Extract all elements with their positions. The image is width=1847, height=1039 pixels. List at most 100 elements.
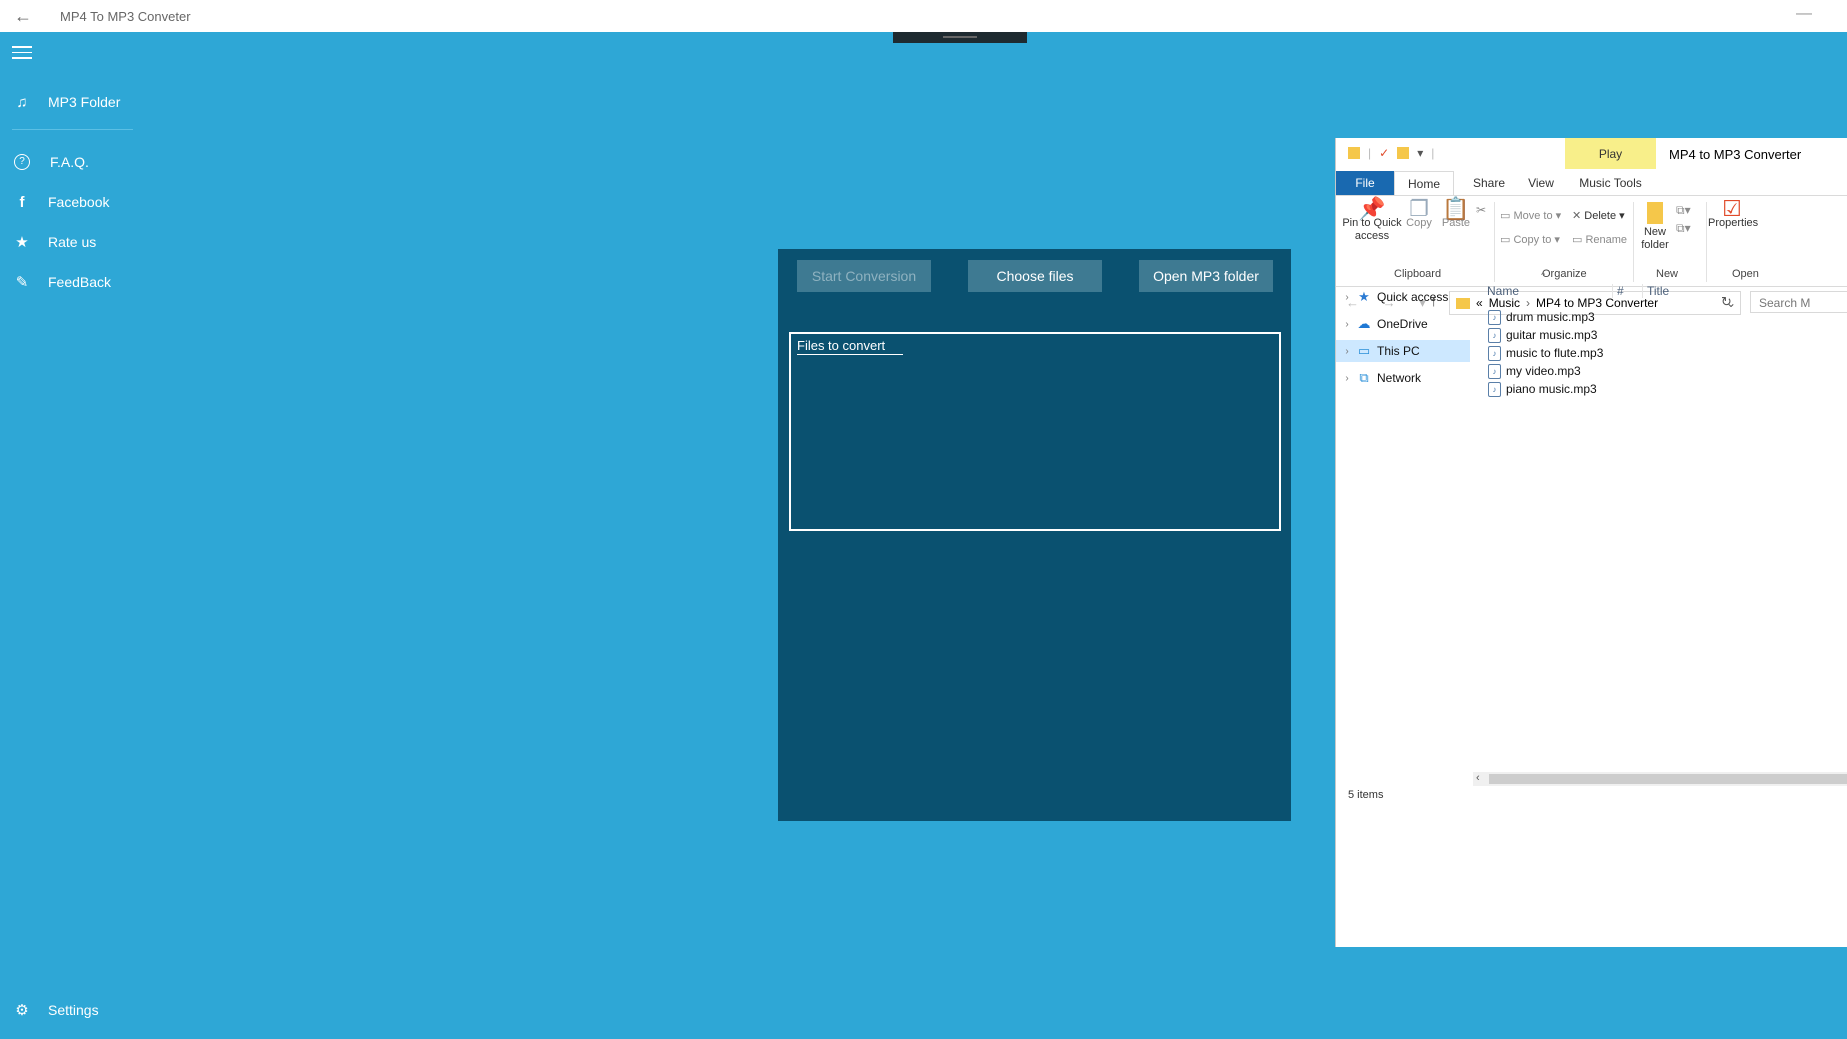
- tree-item-label: Quick access: [1377, 290, 1449, 304]
- column-header-number[interactable]: #: [1612, 284, 1624, 298]
- sidebar-item-facebook[interactable]: f Facebook: [0, 186, 140, 218]
- paste-label: Paste: [1441, 217, 1471, 229]
- file-explorer-window: | ✓ ▾ | Play MP4 to MP3 Converter File H…: [1335, 138, 1847, 947]
- column-header-name[interactable]: Name: [1487, 284, 1519, 298]
- music-note-icon: ♫: [16, 93, 28, 111]
- paste-button[interactable]: 📋 Paste: [1438, 196, 1474, 230]
- copy-label: Copy: [1406, 217, 1432, 229]
- scrollbar-thumb[interactable]: [1489, 774, 1847, 784]
- cut-icon[interactable]: ✂: [1474, 204, 1488, 217]
- easy-access-icon[interactable]: ⧉▾: [1676, 222, 1691, 235]
- hamburger-menu-icon[interactable]: [12, 46, 32, 60]
- group-label-open: Open: [1732, 268, 1759, 280]
- sidebar-divider: [12, 129, 133, 130]
- file-row[interactable]: ♪ piano music.mp3: [1488, 380, 1597, 398]
- app-title: MP4 To MP3 Conveter: [60, 9, 191, 24]
- file-name: drum music.mp3: [1506, 310, 1595, 324]
- star-icon: ★: [1358, 289, 1370, 304]
- folder-icon: [1348, 147, 1360, 159]
- pin-icon: 📌: [1358, 196, 1386, 221]
- chevron-right-icon[interactable]: ›: [1338, 373, 1356, 384]
- star-icon: ★: [15, 234, 29, 251]
- network-icon: ⧉: [1359, 370, 1369, 385]
- move-to-label: Move to: [1513, 210, 1553, 222]
- tree-item-label: Network: [1377, 371, 1422, 385]
- sidebar-item-label: Rate us: [48, 234, 97, 250]
- group-label-new: New: [1656, 268, 1679, 280]
- customize-toolbar-icon[interactable]: ▾: [1417, 146, 1423, 160]
- properties-button[interactable]: ☑ Properties: [1708, 196, 1758, 230]
- copy-button[interactable]: ❐ Copy: [1402, 196, 1436, 230]
- open-mp3-folder-button[interactable]: Open MP3 folder: [1139, 260, 1273, 292]
- move-to-button[interactable]: ▭ Move to ▾: [1500, 210, 1561, 223]
- file-row[interactable]: ♪ my video.mp3: [1488, 362, 1581, 380]
- new-item-icon[interactable]: ⧉▾: [1676, 204, 1691, 217]
- address-prefix: «: [1476, 296, 1483, 310]
- new-folder-icon[interactable]: [1397, 147, 1410, 159]
- pin-to-quick-access-button[interactable]: 📌 Pin to Quick access: [1340, 196, 1404, 243]
- paste-icon: 📋: [1442, 196, 1470, 221]
- tab-file[interactable]: File: [1336, 171, 1394, 195]
- choose-files-button[interactable]: Choose files: [968, 260, 1102, 292]
- horizontal-scrollbar[interactable]: ‹: [1473, 772, 1847, 786]
- ribbon-separator: [1706, 202, 1707, 282]
- file-name: music to flute.mp3: [1506, 346, 1604, 360]
- chevron-right-icon[interactable]: ›: [1338, 292, 1356, 303]
- column-header-title[interactable]: Title: [1642, 284, 1669, 298]
- facebook-icon: f: [19, 193, 25, 211]
- drag-handle[interactable]: [893, 32, 1027, 43]
- sidebar-item-rate-us[interactable]: ★ Rate us: [0, 226, 140, 258]
- mp3-file-icon: ♪: [1488, 345, 1501, 361]
- computer-icon: ▭: [1357, 343, 1371, 358]
- minimize-button[interactable]: —: [1796, 5, 1812, 23]
- chevron-right-icon[interactable]: ›: [1338, 346, 1356, 357]
- mp3-file-icon: ♪: [1488, 381, 1501, 397]
- sidebar-item-faq[interactable]: ? F.A.Q.: [0, 146, 140, 178]
- refresh-icon[interactable]: ↻: [1721, 294, 1732, 310]
- tab-music-tools[interactable]: Music Tools: [1565, 171, 1656, 195]
- start-conversion-button[interactable]: Start Conversion: [797, 260, 931, 292]
- tab-share[interactable]: Share: [1462, 171, 1516, 195]
- files-to-convert-list[interactable]: Files to convert: [789, 332, 1281, 531]
- delete-icon: ✕: [1572, 210, 1582, 222]
- file-row[interactable]: ♪ guitar music.mp3: [1488, 326, 1597, 344]
- tab-home[interactable]: Home: [1394, 171, 1454, 196]
- file-name: my video.mp3: [1506, 364, 1581, 378]
- ribbon-home: 📌 Pin to Quick access ❐ Copy 📋 Paste ✂ ▭…: [1336, 195, 1847, 287]
- properties-icon: ☑: [1722, 196, 1742, 221]
- tree-item-network[interactable]: › ⧉ Network: [1336, 367, 1470, 389]
- mp3-file-icon: ♪: [1488, 309, 1501, 325]
- sort-up-icon: ^: [1541, 270, 1546, 280]
- tree-item-this-pc[interactable]: › ▭ This PC: [1336, 340, 1470, 362]
- file-row[interactable]: ♪ music to flute.mp3: [1488, 344, 1603, 362]
- conversion-panel: Start Conversion Choose files Open MP3 f…: [778, 249, 1291, 821]
- tab-view[interactable]: View: [1518, 171, 1564, 195]
- new-folder-label: New folder: [1641, 226, 1669, 251]
- scroll-left-icon[interactable]: ‹: [1476, 772, 1480, 784]
- properties-check-icon[interactable]: ✓: [1379, 146, 1389, 160]
- rename-button[interactable]: ▭ Rename: [1572, 234, 1627, 247]
- sidebar-item-label: MP3 Folder: [48, 94, 121, 110]
- chevron-right-icon[interactable]: ›: [1338, 319, 1356, 330]
- delete-button[interactable]: ✕ Delete ▾: [1572, 210, 1625, 223]
- new-folder-button[interactable]: New folder: [1634, 202, 1676, 252]
- back-arrow-icon[interactable]: ←: [14, 6, 32, 27]
- sidebar-item-settings[interactable]: ⚙ Settings: [0, 994, 140, 1026]
- rename-label: Rename: [1585, 234, 1628, 246]
- tree-item-quick-access[interactable]: › ★ Quick access: [1336, 286, 1470, 308]
- sidebar-item-label: F.A.Q.: [50, 154, 89, 170]
- search-input[interactable]: Search M: [1750, 291, 1847, 313]
- cloud-icon: ☁: [1357, 316, 1371, 331]
- tree-item-onedrive[interactable]: › ☁ OneDrive: [1336, 313, 1470, 335]
- gear-icon: ⚙: [15, 1002, 29, 1019]
- tab-play-context[interactable]: Play: [1565, 138, 1656, 169]
- ribbon-separator: [1494, 202, 1495, 282]
- copy-to-button[interactable]: ▭ Copy to ▾: [1500, 234, 1560, 247]
- copy-icon: ❐: [1409, 196, 1429, 221]
- delete-label: Delete: [1584, 210, 1617, 222]
- file-row[interactable]: ♪ drum music.mp3: [1488, 308, 1595, 326]
- sidebar-item-label: Settings: [48, 1002, 99, 1018]
- sidebar-item-mp3-folder[interactable]: ♫ MP3 Folder: [0, 86, 140, 118]
- new-folder-icon: [1647, 202, 1663, 224]
- sidebar-item-feedback[interactable]: ✎ FeedBack: [0, 266, 140, 298]
